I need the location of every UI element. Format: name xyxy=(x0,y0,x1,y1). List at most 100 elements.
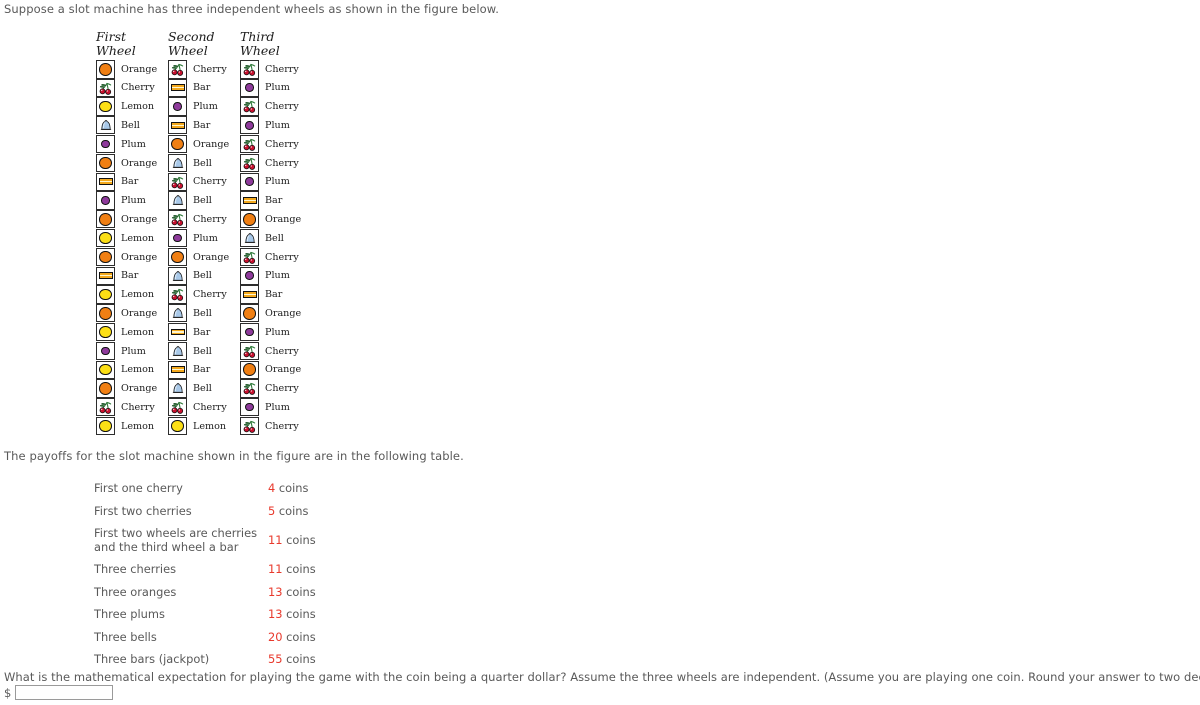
symbol-label: Bar xyxy=(193,326,211,338)
orange-icon xyxy=(99,382,112,395)
cherry-icon xyxy=(242,156,257,170)
symbol-cell xyxy=(96,60,115,79)
payoff-amount-unit: coins xyxy=(286,562,316,577)
wheel-column-2: Second Wheel Cherry Bar Plum Bar Orange Bell Ch… xyxy=(168,30,240,436)
bar-icon xyxy=(242,197,257,204)
symbol-cell xyxy=(240,172,259,191)
symbol-label: Cherry xyxy=(265,420,299,432)
reel-row: Orange xyxy=(168,247,240,267)
symbol-cell xyxy=(168,379,187,398)
reel-row: Orange xyxy=(240,360,326,380)
orange-icon xyxy=(99,213,112,226)
cherry-icon xyxy=(170,62,185,77)
payoff-amount-unit: coins xyxy=(286,652,316,667)
cherry-icon xyxy=(242,62,257,77)
reel-row: Orange xyxy=(96,379,168,399)
reel-row: Bell xyxy=(168,341,240,361)
symbol-label: Cherry xyxy=(265,251,299,263)
symbol-cell xyxy=(168,304,187,323)
symbol-cell xyxy=(240,228,259,248)
reel-row: Orange xyxy=(168,134,240,154)
symbol-cell xyxy=(96,210,115,229)
symbol-cell xyxy=(240,379,259,398)
payoff-amount-number: 5 xyxy=(268,503,276,518)
wheel-columns: First Wheel Orange Cherry Lemon Bell Plum Oran… xyxy=(96,30,326,436)
symbol-label: Plum xyxy=(265,82,290,94)
cherry-icon xyxy=(98,400,113,415)
symbol-label: Plum xyxy=(265,326,290,338)
symbol-cell xyxy=(240,60,259,79)
symbol-cell xyxy=(168,60,187,79)
cherry-icon xyxy=(170,287,185,302)
reel-row: Bell xyxy=(168,379,240,399)
symbol-cell xyxy=(96,379,115,398)
wheel-title-3: Third Wheel xyxy=(240,29,280,58)
bell-icon xyxy=(171,381,185,395)
reel-row: Cherry xyxy=(240,379,326,399)
payoff-row: First two cherries 5 coins xyxy=(94,500,388,523)
symbol-label: Cherry xyxy=(121,401,155,413)
cherry-icon xyxy=(242,137,257,151)
lemon-icon xyxy=(171,420,184,432)
symbol-cell xyxy=(96,398,115,417)
reel-1: Orange Cherry Lemon Bell Plum Orange Bar Plum Or… xyxy=(96,60,168,436)
reel-row: Plum xyxy=(240,172,326,192)
reel-row: Bell xyxy=(168,266,240,286)
cherry-icon xyxy=(170,175,185,189)
payoff-amount-number: 55 xyxy=(268,652,283,667)
plum-icon xyxy=(245,402,254,412)
wheel-column-1: First Wheel Orange Cherry Lemon Bell Plum Oran… xyxy=(96,30,168,436)
reel-row: Bar xyxy=(240,191,326,211)
symbol-label: Bell xyxy=(193,383,212,395)
payoff-amount-unit: coins xyxy=(286,607,316,622)
wheel-title-2: Second Wheel xyxy=(168,29,215,58)
orange-icon xyxy=(99,307,112,320)
plum-icon xyxy=(245,83,254,92)
reel-row: Lemon xyxy=(96,97,168,117)
symbol-label: Cherry xyxy=(265,157,299,169)
bell-icon xyxy=(243,231,257,245)
symbol-label: Bell xyxy=(193,157,212,169)
symbol-cell xyxy=(96,116,115,135)
payoff-row: First two wheels are cherries and the th… xyxy=(94,522,388,558)
symbol-label: Bell xyxy=(193,270,212,282)
lemon-icon xyxy=(99,100,112,113)
symbol-cell xyxy=(168,116,187,135)
symbol-label: Lemon xyxy=(121,326,155,338)
reel-row: Plum xyxy=(240,398,326,417)
reel-row: Bell xyxy=(168,191,240,211)
reel-2: Cherry Bar Plum Bar Orange Bell Cherry Bell Cher… xyxy=(168,60,240,436)
slot-machine-figure: First Wheel Orange Cherry Lemon Bell Plum Oran… xyxy=(96,30,326,436)
symbol-cell xyxy=(168,134,187,154)
symbol-cell xyxy=(240,153,259,173)
cherry-icon xyxy=(242,381,257,396)
wheel-title-1: First Wheel xyxy=(96,29,136,58)
reel-row: Lemon xyxy=(96,322,168,342)
answer-row: $ xyxy=(4,685,114,700)
answer-input[interactable] xyxy=(15,685,114,700)
payoff-row: Three cherries 11 coins xyxy=(94,558,388,581)
symbol-cell xyxy=(168,360,187,379)
symbol-cell xyxy=(240,116,259,135)
cherry-icon xyxy=(170,212,185,227)
payoff-intro-paragraph: The payoffs for the slot machine shown i… xyxy=(4,449,464,463)
symbol-label: Bell xyxy=(193,307,212,319)
payoff-description: First two wheels are cherries and the th… xyxy=(94,526,258,554)
symbol-label: Plum xyxy=(193,101,218,113)
payoff-amount-number: 20 xyxy=(268,629,283,644)
symbol-label: Cherry xyxy=(193,176,227,188)
reel-row: Cherry xyxy=(240,97,326,117)
symbol-cell xyxy=(96,191,115,210)
payoff-amount-unit: coins xyxy=(278,503,309,518)
symbol-label: Lemon xyxy=(121,289,155,301)
reel-row: Cherry xyxy=(168,210,240,229)
payoff-amount: 11 coins xyxy=(268,533,388,547)
reel-row: Bar xyxy=(168,360,240,380)
plum-icon xyxy=(173,233,182,243)
symbol-label: Lemon xyxy=(121,420,155,432)
symbol-label: Cherry xyxy=(265,63,299,75)
symbol-cell xyxy=(168,266,187,285)
intro-paragraph: Suppose a slot machine has three indepen… xyxy=(4,2,499,16)
payoff-amount: 5 coins xyxy=(268,504,388,518)
reel-row: Plum xyxy=(240,266,326,286)
